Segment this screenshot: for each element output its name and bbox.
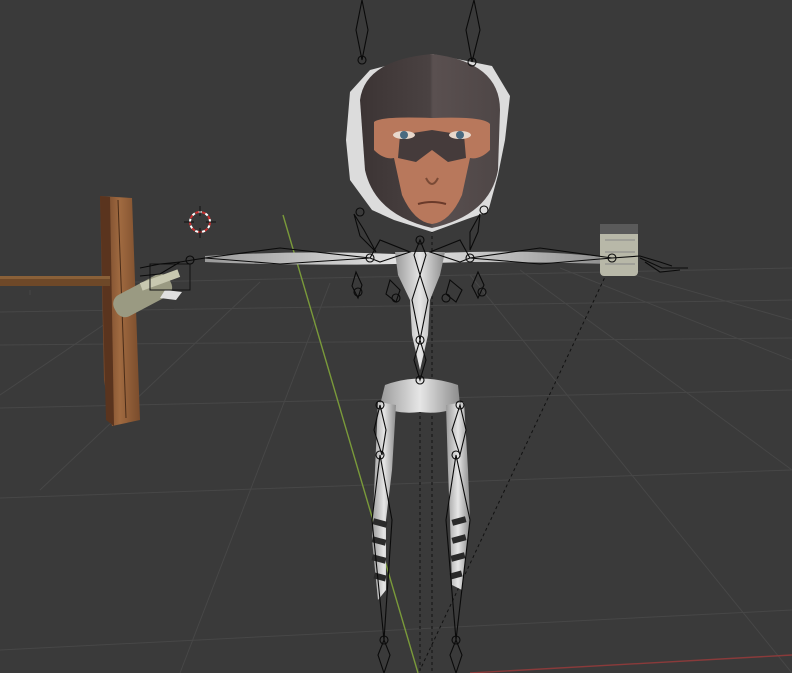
blender-3d-viewport[interactable] [0,0,792,673]
y-axis-line [282,214,419,673]
3d-cursor-icon[interactable] [184,206,216,238]
wrist-band [600,224,638,276]
x-axis-line [469,654,792,673]
character-head-mesh[interactable] [346,54,510,232]
viewport-scene[interactable] [0,0,792,673]
